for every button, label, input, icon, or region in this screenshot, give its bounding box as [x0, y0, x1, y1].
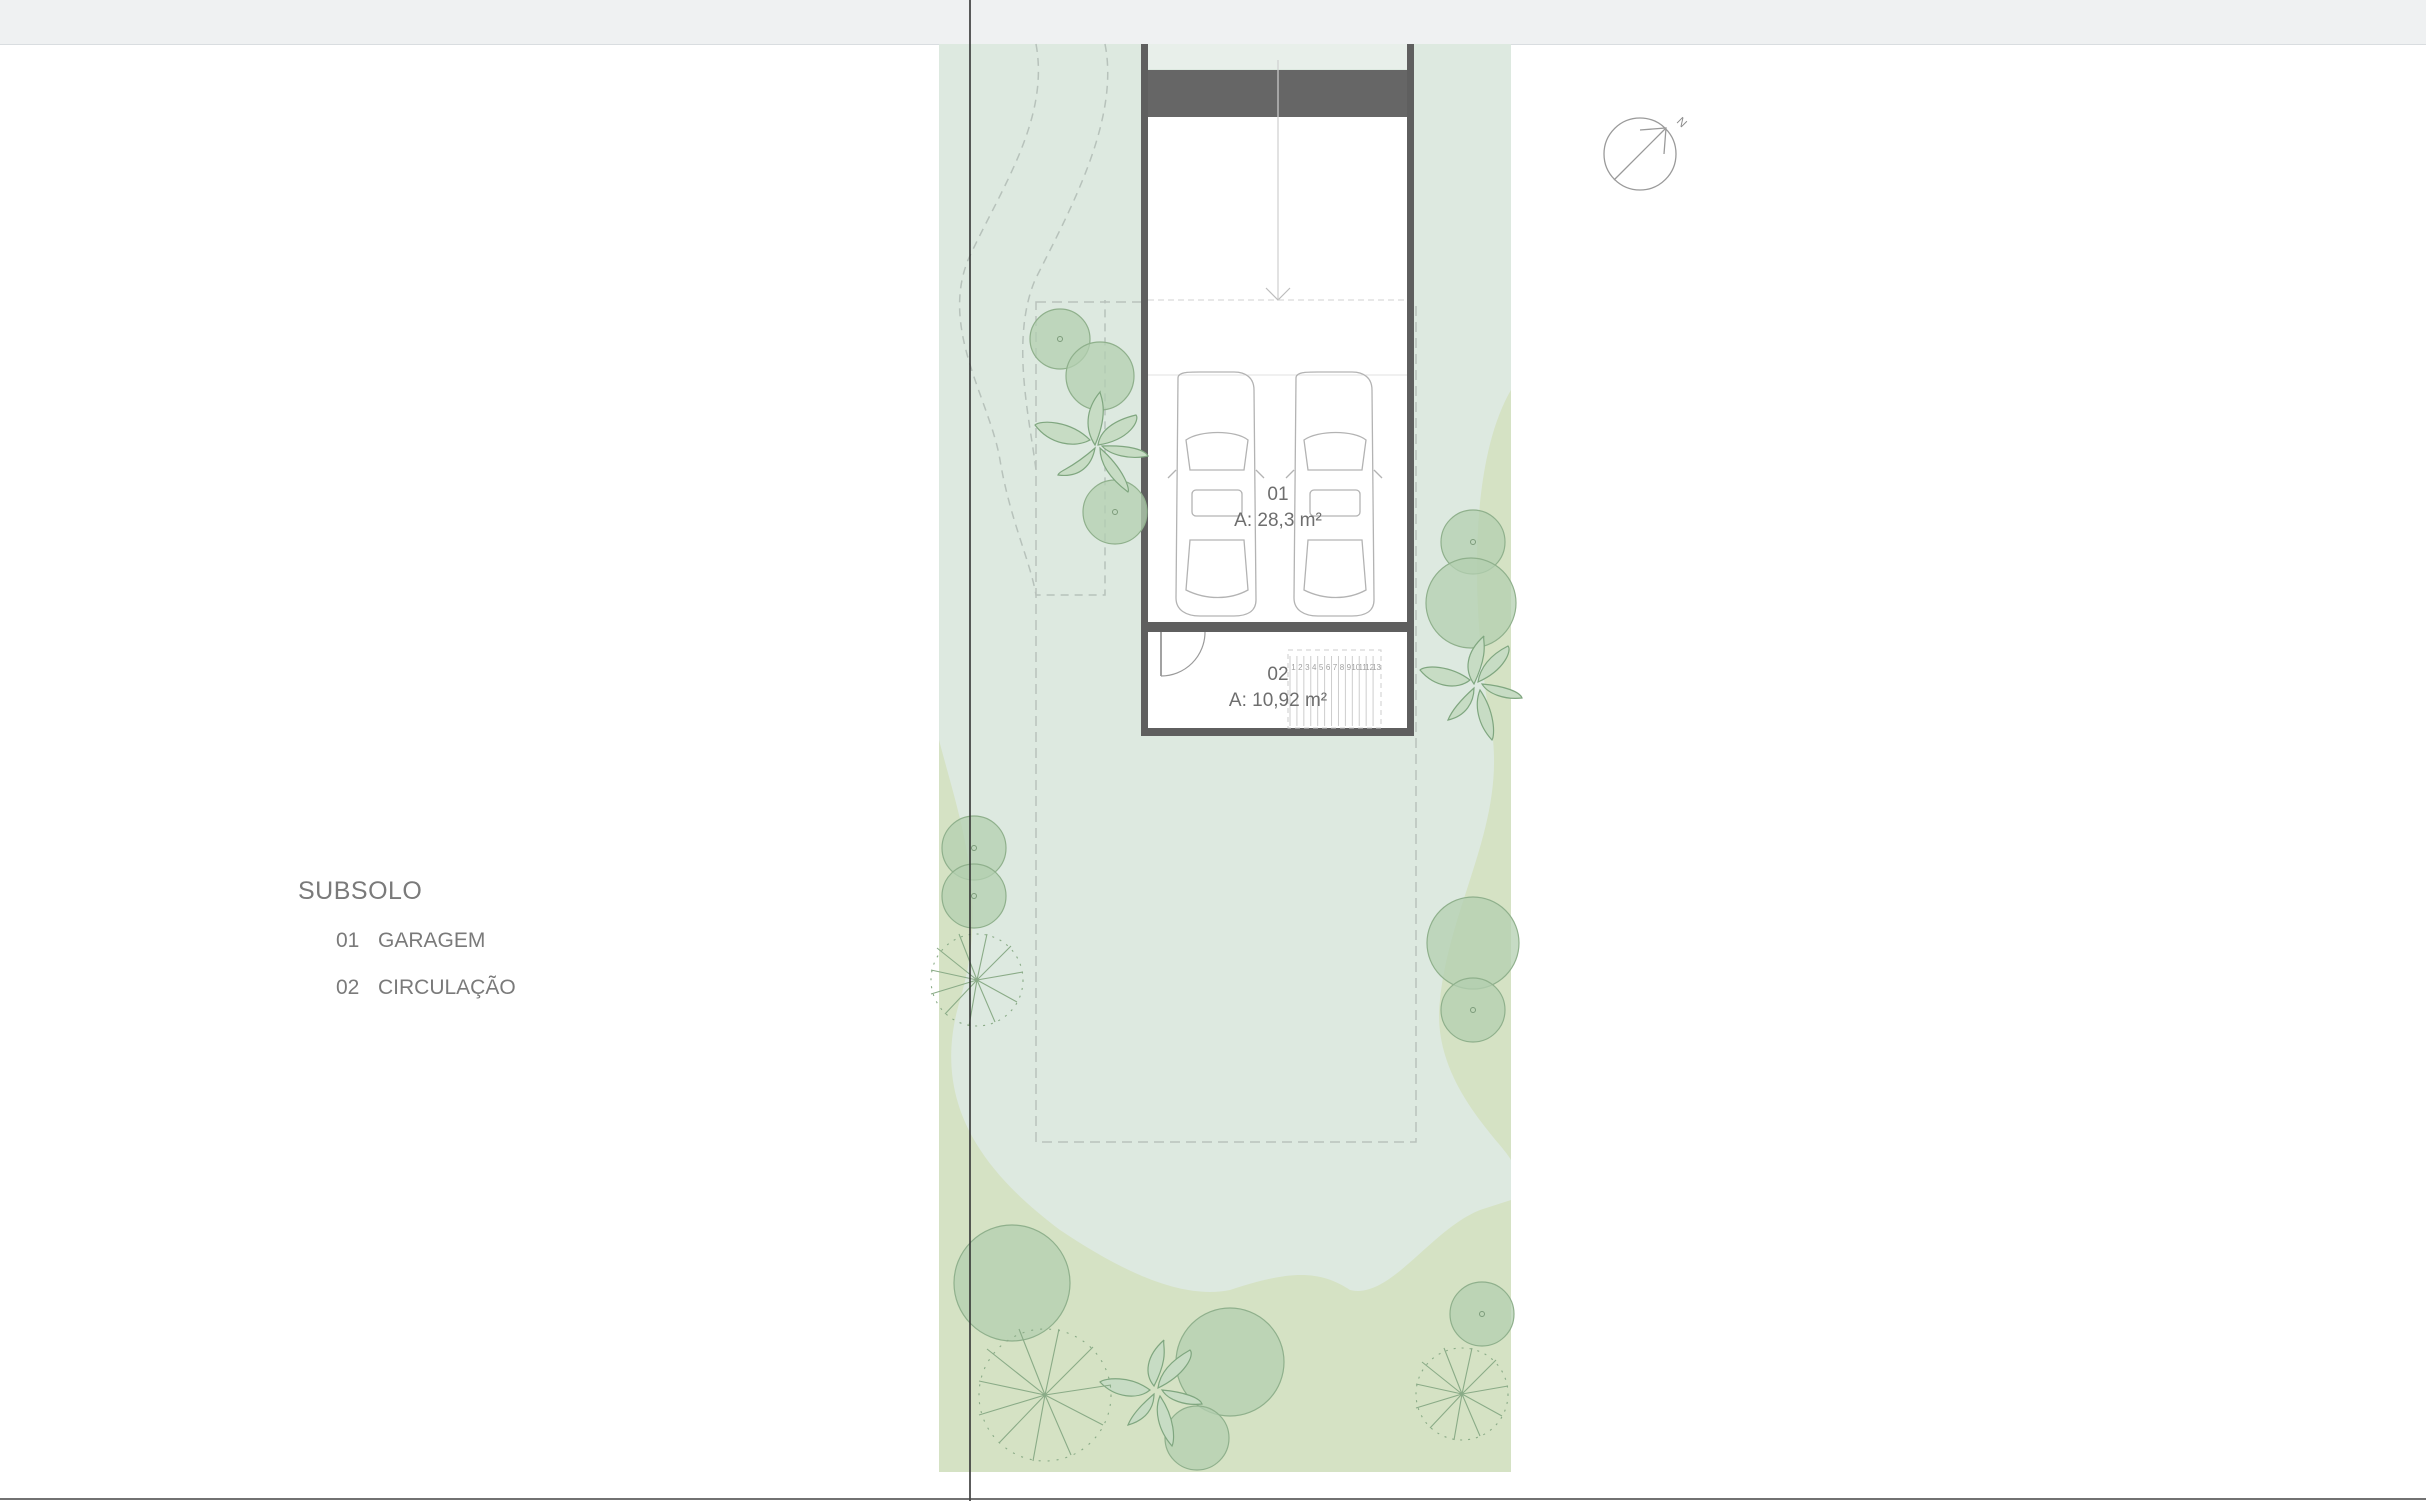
stair-step-number: 2 [1298, 663, 1303, 672]
legend-item-circulacao: 02 CIRCULAÇÃO [336, 976, 516, 1000]
north-arrow-icon [1603, 117, 1677, 191]
legend-item-number: 02 [336, 976, 360, 999]
legend-item-label: GARAGEM [378, 929, 486, 952]
stair-step-number: 7 [1333, 663, 1338, 672]
room-number-02: 02 [1267, 664, 1288, 685]
stair-step-number: 1 [1291, 663, 1296, 672]
legend-item-garagem: 01 GARAGEM [336, 929, 485, 953]
stair-step-number: 8 [1340, 663, 1345, 672]
room-area-01: A: 28,3 m² [1234, 510, 1322, 531]
stair-step-number: 4 [1312, 663, 1317, 672]
stair-step-number: 13 [1372, 663, 1381, 672]
legend-title: SUBSOLO [298, 877, 423, 905]
north-label: N [1674, 114, 1690, 130]
stair-step-number: 3 [1305, 663, 1310, 672]
floor-plan-drawing: 1 2 3 4 5 6 7 8 9 10111213 01 A: 28,3 m² 02 A: 10… [0, 0, 2426, 1501]
building-walls [1141, 44, 1414, 736]
room-area-02: A: 10,92 m² [1229, 690, 1327, 711]
room-number-01: 01 [1267, 484, 1288, 505]
legend-item-label: CIRCULAÇÃO [378, 976, 516, 999]
legend-item-number: 01 [336, 929, 360, 952]
stair-step-number: 5 [1319, 663, 1324, 672]
stair-step-number: 6 [1326, 663, 1331, 672]
